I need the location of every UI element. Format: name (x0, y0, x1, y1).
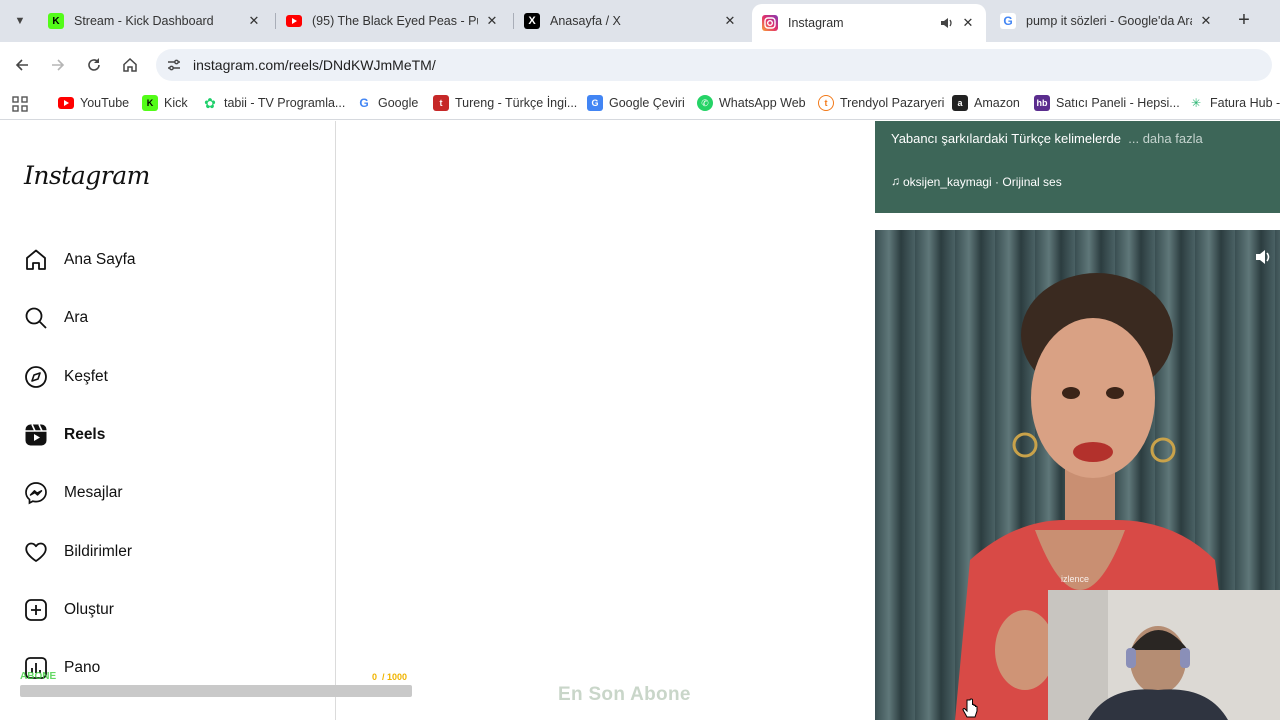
overlay-goal-count: 0 / 1000 (372, 672, 408, 682)
reels-icon (25, 424, 47, 446)
speaker-icon[interactable] (940, 16, 954, 30)
instagram-sidebar: Instagram Ana Sayfa Ara Keşfet Reels Mes… (0, 121, 336, 720)
close-icon[interactable]: ✕ (246, 13, 262, 29)
arrow-right-icon (52, 59, 65, 71)
hand-cursor-icon (962, 698, 978, 718)
nav-label: Ara (64, 309, 89, 326)
webcam-overlay (1048, 590, 1280, 720)
tab-youtube[interactable]: (95) The Black Eyed Peas - Pump ✕ (276, 5, 510, 37)
compass-icon (25, 366, 47, 388)
tab-title: Anasayfa / X (550, 14, 621, 28)
bookmark-kick[interactable]: K Kick (142, 95, 188, 111)
heart-icon (25, 542, 47, 562)
home-icon (26, 249, 46, 270)
search-icon (25, 307, 47, 329)
nav-label: Pano (64, 659, 101, 676)
tab-google[interactable]: G pump it sözleri - Google'da Ara ✕ (990, 5, 1224, 37)
faturahub-icon: ✳ (1188, 95, 1204, 111)
tab-kick[interactable]: K Stream - Kick Dashboard ✕ (38, 5, 272, 37)
nav-reels[interactable]: Reels (24, 415, 314, 455)
nav-label: Mesajlar (64, 484, 123, 501)
google-icon: G (1000, 13, 1016, 29)
nav-messages[interactable]: Mesajlar (24, 473, 314, 513)
home-button[interactable] (119, 54, 141, 76)
overlay-goal-tag: ABONE (20, 671, 57, 682)
reload-button[interactable] (83, 54, 105, 76)
bookmark-hepsiburada[interactable]: hb Satıcı Paneli - Hepsi... (1034, 95, 1180, 111)
nav-label: Reels (64, 426, 106, 443)
trendyol-icon: t (818, 95, 834, 111)
nav-label: Bildirimler (64, 543, 133, 560)
amazon-icon: a (952, 95, 968, 111)
tab-search-button[interactable]: ▼ (8, 9, 32, 33)
nav-label: Ana Sayfa (64, 251, 136, 268)
new-tab-button[interactable]: + (1234, 9, 1254, 33)
kick-icon: K (48, 13, 64, 29)
bookmark-whatsapp[interactable]: ✆ WhatsApp Web (697, 95, 806, 111)
tab-strip: ▼ K Stream - Kick Dashboard ✕ (95) The B… (0, 0, 1280, 42)
youtube-icon (286, 13, 302, 29)
hepsiburada-icon: hb (1034, 95, 1050, 111)
nav-label: Keşfet (64, 368, 108, 385)
overlay-latest-subscriber: En Son Abone (558, 684, 691, 705)
close-icon[interactable]: ✕ (722, 13, 738, 29)
tab-title: Stream - Kick Dashboard (74, 14, 214, 28)
tab-title: Instagram (788, 16, 844, 30)
reel-caption[interactable]: Yabancı şarkılardaki Türkçe kelimelerde … (891, 131, 1203, 146)
url-text[interactable]: instagram.com/reels/DNdKWJmMeTM/ (193, 57, 436, 73)
close-icon[interactable]: ✕ (484, 13, 500, 29)
tab-title: pump it sözleri - Google'da Ara (1026, 14, 1192, 28)
video-watermark: izlence (1061, 574, 1090, 584)
bookmarks-bar: YouTube K Kick ✿ tabii - TV Programla... G… (0, 88, 1280, 120)
bookmark-google-translate[interactable]: G Google Çeviri (587, 95, 685, 111)
tabii-icon: ✿ (202, 95, 218, 111)
back-button[interactable] (11, 54, 33, 76)
reel-audio-label[interactable]: oksijen_kaymagi · Orijinal ses (903, 175, 1062, 189)
google-icon: G (356, 95, 372, 111)
whatsapp-icon: ✆ (697, 95, 713, 111)
nav-label: Oluştur (64, 601, 114, 618)
nav-notifications[interactable]: Bildirimler (24, 532, 314, 572)
bookmark-tabii[interactable]: ✿ tabii - TV Programla... (202, 95, 345, 111)
bookmark-tureng[interactable]: t Tureng - Türkçe İngi... (433, 95, 577, 111)
bookmark-trendyol[interactable]: t Trendyol Pazaryeri (818, 95, 944, 111)
instagram-icon (762, 15, 778, 31)
site-settings-icon[interactable] (166, 57, 182, 73)
kick-icon: K (142, 95, 158, 111)
apps-grid-icon[interactable] (12, 96, 28, 112)
home-icon (123, 57, 137, 72)
close-icon[interactable]: ✕ (1198, 13, 1214, 29)
forward-button[interactable] (47, 54, 69, 76)
nav-create[interactable]: Oluştur (24, 590, 314, 630)
instagram-logo[interactable]: Instagram (24, 161, 150, 190)
bookmark-youtube[interactable]: YouTube (58, 95, 129, 111)
messenger-icon (25, 482, 47, 505)
nav-home[interactable]: Ana Sayfa (24, 240, 314, 280)
x-icon: X (524, 13, 540, 29)
bookmark-google[interactable]: G Google (356, 95, 418, 111)
plus-square-icon (25, 599, 47, 621)
tab-title: (95) The Black Eyed Peas - Pump (312, 14, 478, 28)
overlay-progress-bar (20, 685, 412, 697)
browser-toolbar: instagram.com/reels/DNdKWJmMeTM/ (0, 42, 1280, 88)
reload-icon (88, 58, 100, 71)
nav-search[interactable]: Ara (24, 298, 314, 338)
bookmark-fatura-hub[interactable]: ✳ Fatura Hub - (1188, 95, 1280, 111)
tureng-icon: t (433, 95, 449, 111)
arrow-left-icon (15, 59, 28, 71)
tab-instagram[interactable]: Instagram ✕ (752, 4, 986, 42)
music-note-icon: ♫ (891, 174, 900, 188)
volume-icon[interactable] (1254, 248, 1272, 266)
nav-dashboard[interactable]: Pano (24, 648, 314, 688)
nav-explore[interactable]: Keşfet (24, 357, 314, 397)
translate-icon: G (587, 95, 603, 111)
more-link[interactable]: ... daha fazla (1128, 131, 1202, 146)
bookmark-amazon[interactable]: a Amazon (952, 95, 1020, 111)
reel-previous[interactable]: Yabancı şarkılardaki Türkçe kelimelerde … (875, 121, 1280, 213)
youtube-icon (58, 95, 74, 111)
tab-x[interactable]: X Anasayfa / X ✕ (514, 5, 748, 37)
address-bar[interactable]: instagram.com/reels/DNdKWJmMeTM/ (156, 49, 1272, 81)
close-icon[interactable]: ✕ (960, 15, 976, 31)
